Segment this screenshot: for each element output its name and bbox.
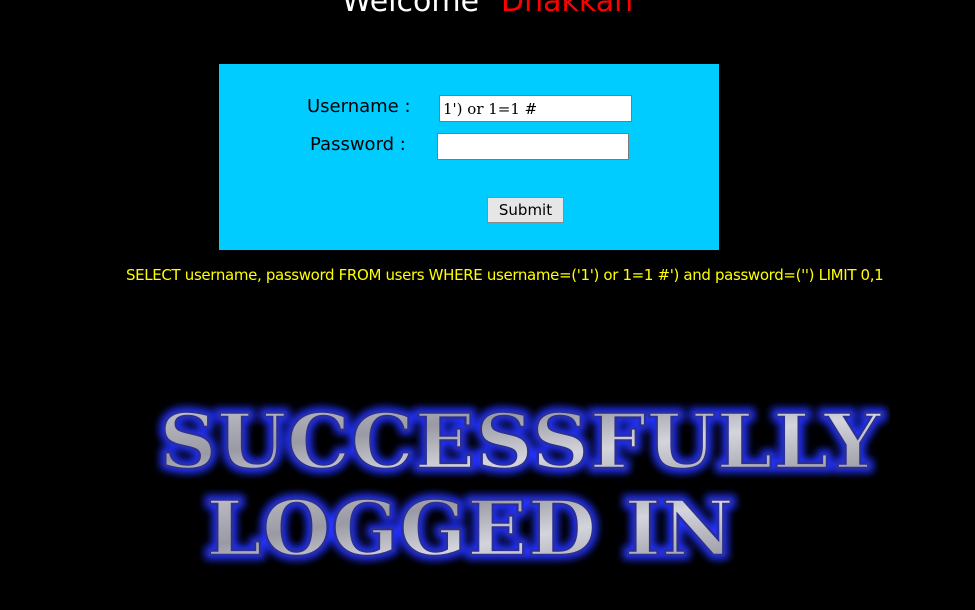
- banner-line1: SUCCESSFULLY: [159, 397, 882, 486]
- password-label: Password :: [310, 134, 406, 155]
- user-name: Dhakkan: [501, 0, 634, 19]
- welcome-heading: Welcome Dhakkan: [0, 0, 975, 19]
- success-banner: SUCCESSFULLY SUCCESSFULLY LOGGED IN LOGG…: [155, 393, 887, 571]
- sql-query-text: SELECT username, password FROM users WHE…: [126, 266, 884, 284]
- submit-button[interactable]: Submit: [487, 197, 564, 223]
- username-label: Username :: [307, 96, 411, 117]
- username-input[interactable]: [439, 95, 632, 122]
- login-form: Username : Password : Submit: [219, 64, 719, 250]
- welcome-label: Welcome: [341, 0, 480, 19]
- password-input[interactable]: [437, 133, 629, 160]
- banner-line2: LOGGED IN: [206, 484, 734, 570]
